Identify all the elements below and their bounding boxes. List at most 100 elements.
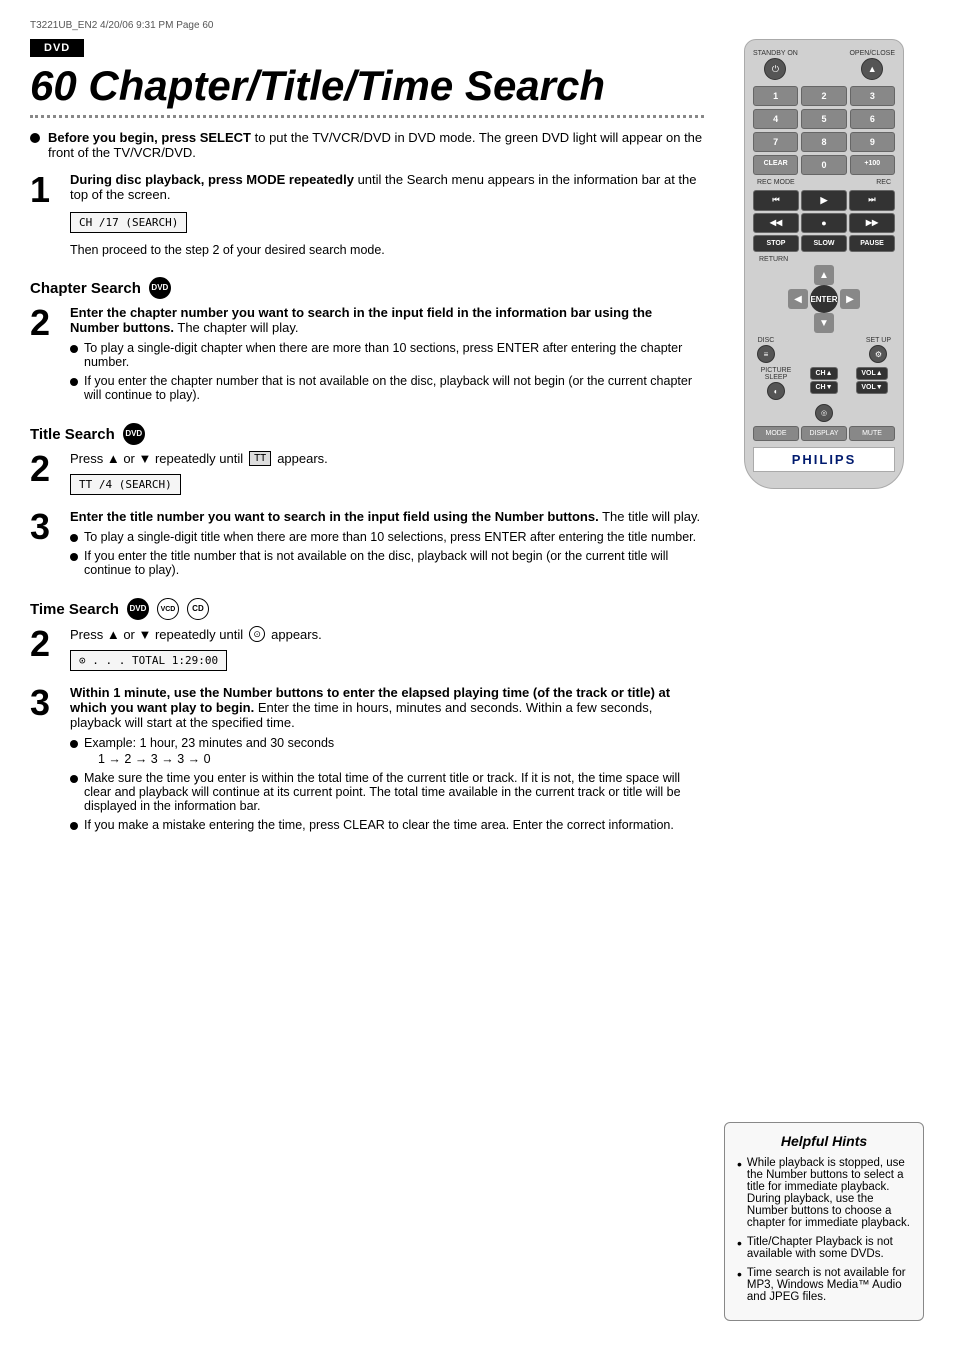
number-pad: 1 2 3 4 5 6 7 8 9 CLEAR 0 +100 (753, 86, 895, 175)
btn-1[interactable]: 1 (753, 86, 798, 106)
hint-bullet-icon: • (737, 1157, 742, 1171)
btn-clear[interactable]: CLEAR (753, 155, 798, 175)
dpad-nav: ▲ ◀ ENTER ▶ ▼ (753, 265, 895, 333)
hint-bullet-icon: • (737, 1236, 742, 1250)
select-button[interactable]: ◎ (815, 404, 833, 422)
btn-slow[interactable]: SLOW (801, 235, 847, 252)
title-press-label: Press ▲ or ▼ repeatedly until (70, 451, 243, 466)
rec-label: REC (876, 179, 891, 186)
time-cd-badge: CD (187, 598, 209, 620)
openclose-label: OPEN/CLOSE (849, 50, 895, 57)
left-column: DVD 60 Chapter/Title/Time Search Before … (30, 39, 704, 1321)
chapter-step2-number: 2 (30, 305, 60, 341)
btn-fastfwd[interactable]: ⏭ (849, 190, 895, 211)
title-bullet-2: If you enter the title number that is no… (84, 549, 704, 577)
btn-2[interactable]: 2 (801, 86, 846, 106)
title-search-section: Title Search DVD 2 Press ▲ or ▼ repeated… (30, 423, 704, 582)
nav-up-button[interactable]: ▲ (814, 265, 834, 285)
btn-5[interactable]: 5 (801, 109, 846, 129)
standby-button[interactable]: ⏻ (764, 58, 786, 80)
openclose-button[interactable]: ▲ (861, 58, 883, 80)
time-step3-row: 3 Within 1 minute, use the Number button… (30, 685, 704, 837)
step1-number: 1 (30, 172, 60, 208)
btn-100plus[interactable]: +100 (850, 155, 895, 175)
ch-up-button[interactable]: CH▲ (810, 367, 837, 380)
standby-label: STANDBY ON (753, 50, 798, 57)
btn-6[interactable]: 6 (850, 109, 895, 129)
picture-sleep-button[interactable]: ◐ (767, 382, 785, 400)
time-search-section: Time Search DVD VCD CD 2 Press ▲ or ▼ re… (30, 598, 704, 837)
intro-bold: Before you begin, press SELECT (48, 130, 251, 145)
title-search-heading: Title Search DVD (30, 423, 704, 445)
time-step3-text: Within 1 minute, use the Number buttons … (70, 685, 704, 730)
bullet-dot-icon (70, 534, 78, 542)
remote-top-row: STANDBY ON ⏻ OPEN/CLOSE ▲ (753, 50, 895, 80)
nav-bot-row: ▼ (814, 313, 834, 333)
btn-record[interactable]: ● (801, 213, 847, 233)
title-step3-text: Enter the title number you want to searc… (70, 509, 704, 524)
list-item: If you enter the chapter number that is … (70, 374, 704, 402)
list-item: To play a single-digit chapter when ther… (70, 341, 704, 369)
bullet-dot-icon (70, 345, 78, 353)
transport-controls: ⏮ ▶ ⏭ ◀◀ ● ▶▶ STOP SLOW PAUSE (753, 190, 895, 252)
time-search-heading: Time Search DVD VCD CD (30, 598, 704, 620)
setup-label: SET UP (866, 337, 891, 344)
btn-skipback[interactable]: ◀◀ (753, 213, 799, 233)
intro-text: Before you begin, press SELECT to put th… (48, 130, 704, 160)
section-divider (30, 115, 704, 118)
list-item: If you make a mistake entering the time,… (70, 818, 704, 832)
btn-pause[interactable]: PAUSE (849, 235, 895, 252)
time-step2-infobar: ⊙ . . . TOTAL 1:29:00 (70, 650, 227, 671)
btn-0[interactable]: 0 (801, 155, 846, 175)
step1-proceed: Then proceed to the step 2 of your desir… (70, 243, 704, 257)
chapter-search-label: Chapter Search (30, 280, 141, 297)
nav-left-button[interactable]: ◀ (788, 289, 808, 309)
chapter-step2-bold: Enter the chapter number you want to sea… (70, 305, 652, 335)
btn-3[interactable]: 3 (850, 86, 895, 106)
enter-button[interactable]: ENTER (810, 285, 838, 313)
time-dvd-badge: DVD (127, 598, 149, 620)
vol-up-button[interactable]: VOL▲ (856, 367, 887, 380)
mode-button[interactable]: MODE (753, 426, 799, 441)
vol-controls: PICTURE SLEEP ◐ CH▲ CH▼ VOL▲ VOL▼ (753, 367, 895, 400)
btn-play[interactable]: ▶ (801, 190, 847, 211)
disc-button[interactable]: ≡ (757, 345, 775, 363)
example-line: 1 → 2 → 3 → 3 → 0 (98, 752, 334, 766)
btn-4[interactable]: 4 (753, 109, 798, 129)
title-tt-box: TT (249, 451, 271, 466)
page-title: 60 Chapter/Title/Time Search (30, 63, 704, 109)
ch-down-button[interactable]: CH▼ (810, 381, 837, 394)
vol-down-button[interactable]: VOL▼ (856, 381, 887, 394)
time-step3-number: 3 (30, 685, 60, 721)
time-step2-row: 2 Press ▲ or ▼ repeatedly until ⊙ appear… (30, 626, 704, 675)
setup-button[interactable]: ⚙ (869, 345, 887, 363)
time-bullet-2: Make sure the time you enter is within t… (84, 771, 704, 813)
title-search-label: Title Search (30, 426, 115, 443)
display-button[interactable]: DISPLAY (801, 426, 847, 441)
title-step2-row: 2 Press ▲ or ▼ repeatedly until TT appea… (30, 451, 704, 499)
recmode-label: REC MODE (757, 179, 795, 186)
btn-9[interactable]: 9 (850, 132, 895, 152)
time-press-label: Press ▲ or ▼ repeatedly until (70, 627, 243, 642)
list-item: Make sure the time you enter is within t… (70, 771, 704, 813)
content-area: DVD 60 Chapter/Title/Time Search Before … (30, 39, 924, 1321)
bullet-dot-icon (70, 740, 78, 748)
btn-8[interactable]: 8 (801, 132, 846, 152)
nav-top-row: ▲ (814, 265, 834, 285)
title-step3-bold: Enter the title number you want to searc… (70, 509, 599, 524)
step1-row: 1 During disc playback, press MODE repea… (30, 172, 704, 261)
btn-skipfwd[interactable]: ▶▶ (849, 213, 895, 233)
hints-list: • While playback is stopped, use the Num… (737, 1157, 911, 1303)
btn-rewind[interactable]: ⏮ (753, 190, 799, 211)
bullet-dot-icon (70, 553, 78, 561)
time-step2-press-text: Press ▲ or ▼ repeatedly until ⊙ appears. (70, 626, 704, 642)
title-dvd-badge: DVD (123, 423, 145, 445)
step1-bold: During disc playback, press MODE repeate… (70, 172, 354, 187)
nav-right-button[interactable]: ▶ (840, 289, 860, 309)
btn-7[interactable]: 7 (753, 132, 798, 152)
nav-down-button[interactable]: ▼ (814, 313, 834, 333)
btn-stop[interactable]: STOP (753, 235, 799, 252)
step1-content: During disc playback, press MODE repeate… (70, 172, 704, 261)
chapter-search-heading: Chapter Search DVD (30, 277, 704, 299)
mute-button[interactable]: MUTE (849, 426, 895, 441)
